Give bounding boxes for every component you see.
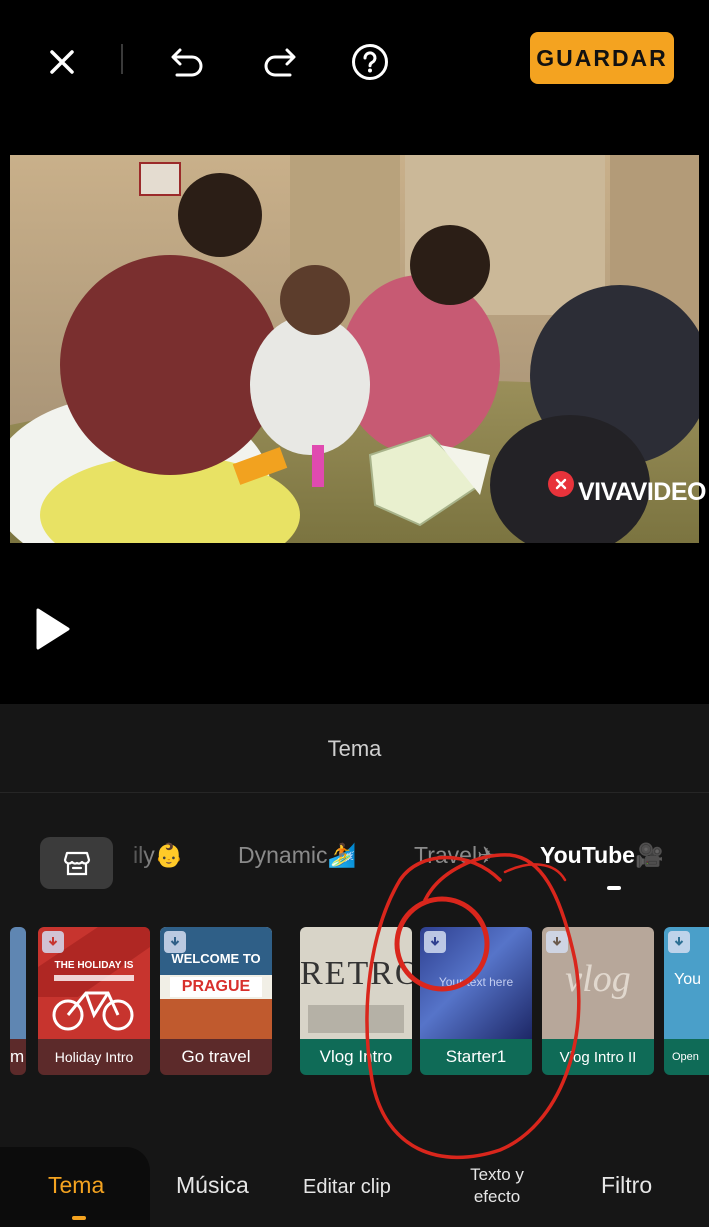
active-tab-indicator — [72, 1216, 86, 1220]
redo-button[interactable] — [255, 38, 303, 86]
remove-watermark-icon[interactable] — [548, 470, 574, 497]
theme-thumbnail: RETRO — [300, 927, 412, 1039]
redo-icon — [264, 48, 296, 77]
tab-tema[interactable]: Tema — [48, 1172, 104, 1199]
download-icon — [668, 931, 690, 953]
toolbar-divider — [121, 44, 123, 74]
tab-filtro[interactable]: Filtro — [601, 1172, 652, 1199]
category-label: YouTube — [540, 842, 635, 868]
theme-label: Open — [664, 1039, 709, 1075]
category-fade — [113, 830, 153, 894]
thumb-text: vlog — [565, 958, 631, 1000]
theme-label: Vlog Intro II — [542, 1039, 654, 1075]
theme-label: m — [10, 1039, 26, 1075]
thumb-text: RETRO — [300, 955, 412, 992]
category-active-indicator — [607, 886, 621, 890]
save-button[interactable]: GUARDAR — [530, 32, 674, 84]
play-button[interactable] — [32, 606, 76, 654]
theme-label: Go travel — [160, 1039, 272, 1075]
category-dynamic[interactable]: Dynamic🏄 — [238, 842, 356, 869]
theme-thumbnail: WELCOME TO PRAGUE — [160, 927, 272, 1039]
download-icon — [546, 931, 568, 953]
undo-icon — [171, 48, 203, 77]
theme-card-open[interactable]: You Open — [664, 927, 709, 1075]
thumb-text: You — [674, 971, 701, 988]
download-icon — [424, 931, 446, 953]
camera-icon: 🎥 — [634, 842, 664, 868]
theme-thumbnail — [10, 927, 26, 1039]
download-icon — [164, 931, 186, 953]
theme-card-starter1[interactable]: Your text here Starter1 — [420, 927, 532, 1075]
help-icon — [352, 44, 388, 80]
thumb-text: THE HOLIDAY IS — [54, 960, 134, 971]
theme-thumbnail: You — [664, 927, 709, 1039]
theme-card-vlog-intro-ii[interactable]: vlog Vlog Intro II — [542, 927, 654, 1075]
category-youtube[interactable]: YouTube🎥 — [540, 842, 664, 869]
help-button[interactable] — [346, 38, 394, 86]
tab-label-line1: Texto y — [470, 1165, 524, 1184]
store-button[interactable] — [40, 837, 113, 889]
panel-title: Tema — [327, 736, 382, 761]
tab-label-line2: efecto — [473, 1187, 521, 1206]
thumb-text: WELCOME TO — [171, 951, 261, 966]
category-travel[interactable]: Travel✈ — [414, 842, 496, 869]
panel-divider — [0, 792, 709, 793]
tab-texto-y-efecto[interactable]: Texto y efecto — [450, 1164, 544, 1208]
theme-label: Starter1 — [420, 1039, 532, 1075]
theme-card-vlog-intro[interactable]: RETRO Vlog Intro — [300, 927, 412, 1075]
theme-label: Vlog Intro — [300, 1039, 412, 1075]
theme-label: Holiday Intro — [38, 1039, 150, 1075]
thumb-text: Your text here — [438, 975, 514, 989]
airplane-icon: ✈ — [477, 842, 497, 868]
store-icon — [63, 851, 90, 876]
theme-thumbnail: vlog — [542, 927, 654, 1039]
download-icon — [42, 931, 64, 953]
tab-musica[interactable]: Música — [176, 1172, 249, 1199]
category-label: Travel — [414, 842, 478, 868]
theme-card-holiday-intro[interactable]: THE HOLIDAY IS Holiday Intro — [38, 927, 150, 1075]
watermark[interactable]: VIVAVIDEO — [548, 470, 706, 507]
category-label: Dynamic — [238, 842, 328, 868]
theme-card-go-travel[interactable]: WELCOME TO PRAGUE Go travel — [160, 927, 272, 1075]
theme-thumbnail: Your text here — [420, 927, 532, 1039]
tab-editar-clip[interactable]: Editar clip — [303, 1176, 391, 1199]
undo-button[interactable] — [164, 38, 212, 86]
baby-icon: 👶 — [154, 842, 184, 868]
thumb-text: PRAGUE — [170, 977, 262, 997]
close-icon — [50, 50, 74, 74]
play-icon — [36, 608, 70, 650]
theme-card[interactable]: m — [10, 927, 26, 1075]
close-button[interactable] — [40, 40, 84, 84]
theme-thumbnail: THE HOLIDAY IS — [38, 927, 150, 1039]
surfer-icon: 🏄 — [327, 842, 357, 868]
watermark-text: VIVAVIDEO — [578, 478, 706, 506]
